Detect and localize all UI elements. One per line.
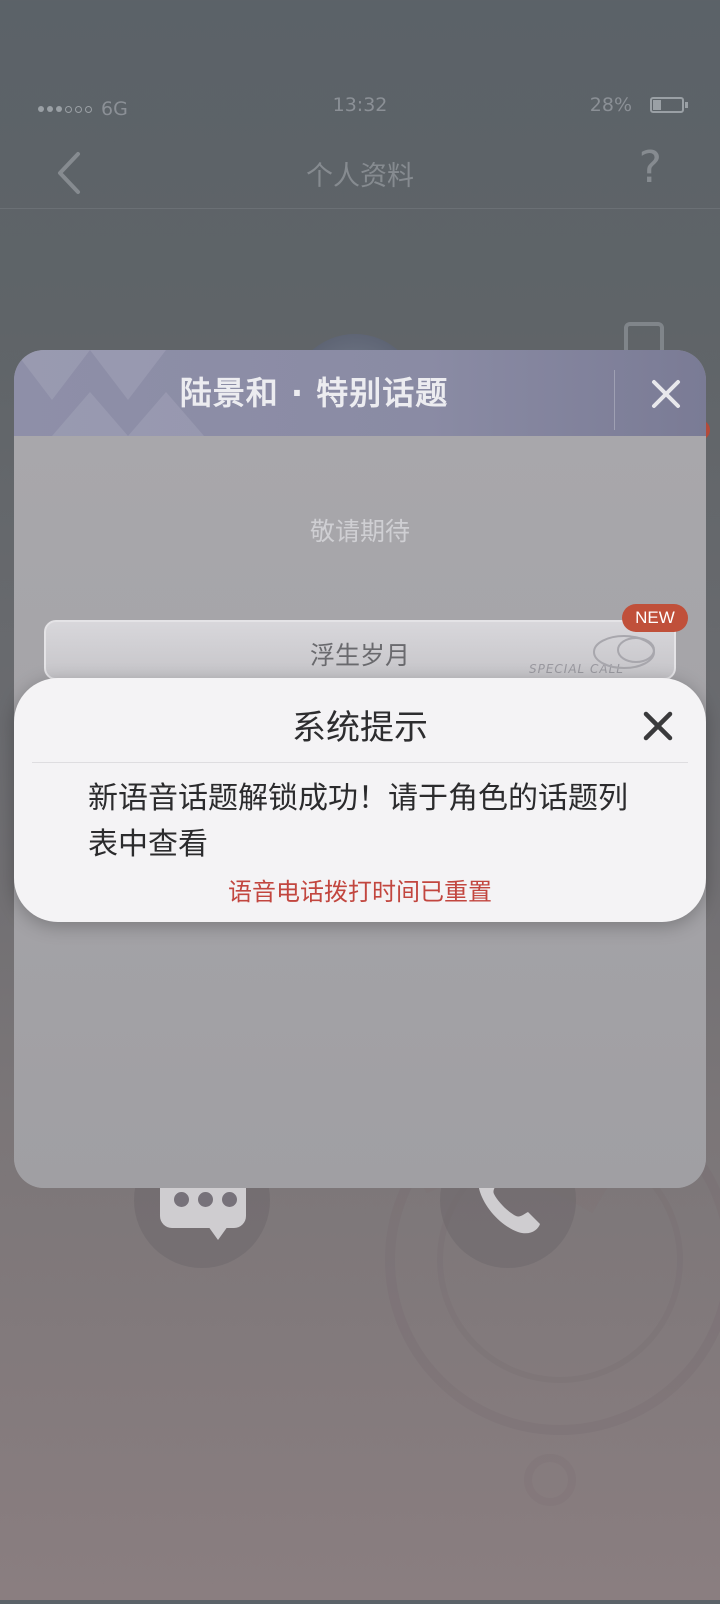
- dialog-divider: [32, 762, 688, 763]
- new-badge: NEW: [622, 604, 688, 632]
- coming-soon-text: 敬请期待: [309, 517, 410, 546]
- battery-percent: 28%: [589, 94, 632, 116]
- phone-outline-icon: [584, 630, 664, 676]
- topic-item[interactable]: 浮生岁月 SPECIAL CALL: [44, 620, 676, 680]
- page-title: 个人资料: [306, 161, 414, 192]
- dialog-message: 新语音话题解锁成功！请于角色的话题列表中查看: [88, 781, 628, 862]
- close-icon[interactable]: [638, 706, 678, 746]
- system-dialog: 系统提示 新语音话题解锁成功！请于角色的话题列表中查看 语音电话拨打时间已重置: [14, 678, 706, 922]
- header-divider: [0, 208, 720, 209]
- dialog-sub-message: 语音电话拨打时间已重置: [228, 878, 492, 906]
- close-icon[interactable]: [644, 372, 688, 416]
- battery-fill: [653, 100, 662, 110]
- header-divider: [614, 370, 615, 430]
- panel-title: 陆景和 · 特别话题: [179, 374, 449, 412]
- battery-icon: [650, 97, 688, 113]
- dialog-title: 系统提示: [292, 708, 428, 748]
- help-icon[interactable]: ?: [639, 142, 662, 193]
